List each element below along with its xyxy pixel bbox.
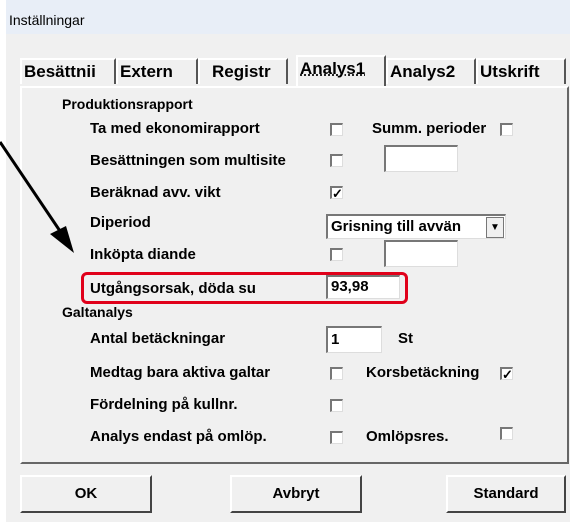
kors-label: Korsbetäckning — [366, 364, 480, 381]
medtag-label: Medtag bara aktiva galtar — [90, 364, 271, 381]
tab-besattning[interactable]: Besättnii — [20, 58, 116, 84]
inkopta-label: Inköpta diande — [90, 246, 196, 263]
vikt-checkbox[interactable]: ✓ — [330, 186, 343, 200]
summ-checkbox[interactable] — [500, 123, 513, 136]
antal-label: Antal betäckningar — [90, 330, 226, 347]
diperiod-select[interactable]: Grisning till avvän ▼ — [326, 214, 506, 239]
ekonomi-label: Ta med ekonomirapport — [90, 120, 260, 137]
analys-checkbox[interactable] — [330, 431, 343, 444]
inkopta-field[interactable] — [384, 240, 458, 267]
summ-label: Summ. perioder — [372, 120, 487, 137]
vikt-label: Beräknad avv. vikt — [90, 184, 221, 201]
multisite-label: Besättningen som multisite — [90, 152, 286, 169]
ok-button[interactable]: OK — [20, 475, 152, 513]
window-title: Inställningar — [9, 12, 85, 28]
analys-label: Analys endast på omlöp. — [90, 428, 267, 445]
tab-strip: Besättnii Extern Registr Analys1 Analys2… — [20, 55, 570, 88]
diperiod-value: Grisning till avvän — [331, 218, 462, 235]
title-bar: Inställningar — [6, 0, 570, 34]
medtag-checkbox[interactable] — [330, 367, 343, 380]
galt-heading: Galtanalys — [62, 304, 133, 320]
diperiod-label: Diperiod — [90, 214, 151, 231]
settings-dialog: Inställningar Besättnii Extern Registr A… — [6, 0, 570, 522]
fordelning-checkbox[interactable] — [330, 399, 343, 412]
antal-field[interactable]: 1 — [326, 326, 382, 353]
cancel-button[interactable]: Avbryt — [230, 475, 362, 513]
multisite-field[interactable] — [384, 145, 458, 172]
tab-registr[interactable]: Registr — [198, 58, 288, 84]
tab-utskrift[interactable]: Utskrift — [476, 58, 566, 84]
chevron-down-icon[interactable]: ▼ — [486, 217, 504, 238]
antal-unit: St — [398, 330, 413, 347]
inkopta-checkbox[interactable] — [330, 248, 343, 261]
production-heading: Produktionsrapport — [62, 96, 193, 112]
tab-extern[interactable]: Extern — [116, 58, 198, 84]
omlop-label: Omlöpsres. — [366, 428, 449, 445]
omlop-checkbox[interactable] — [500, 427, 513, 440]
multisite-checkbox[interactable] — [330, 154, 343, 167]
ekonomi-checkbox[interactable] — [330, 123, 343, 136]
kors-checkbox[interactable]: ✓ — [500, 367, 513, 381]
tab-analys2[interactable]: Analys2 — [386, 58, 476, 84]
tab-analys1[interactable]: Analys1 — [296, 55, 386, 87]
highlight-box — [81, 272, 408, 304]
fordelning-label: Fördelning på kullnr. — [90, 396, 238, 413]
standard-button[interactable]: Standard — [446, 475, 566, 513]
